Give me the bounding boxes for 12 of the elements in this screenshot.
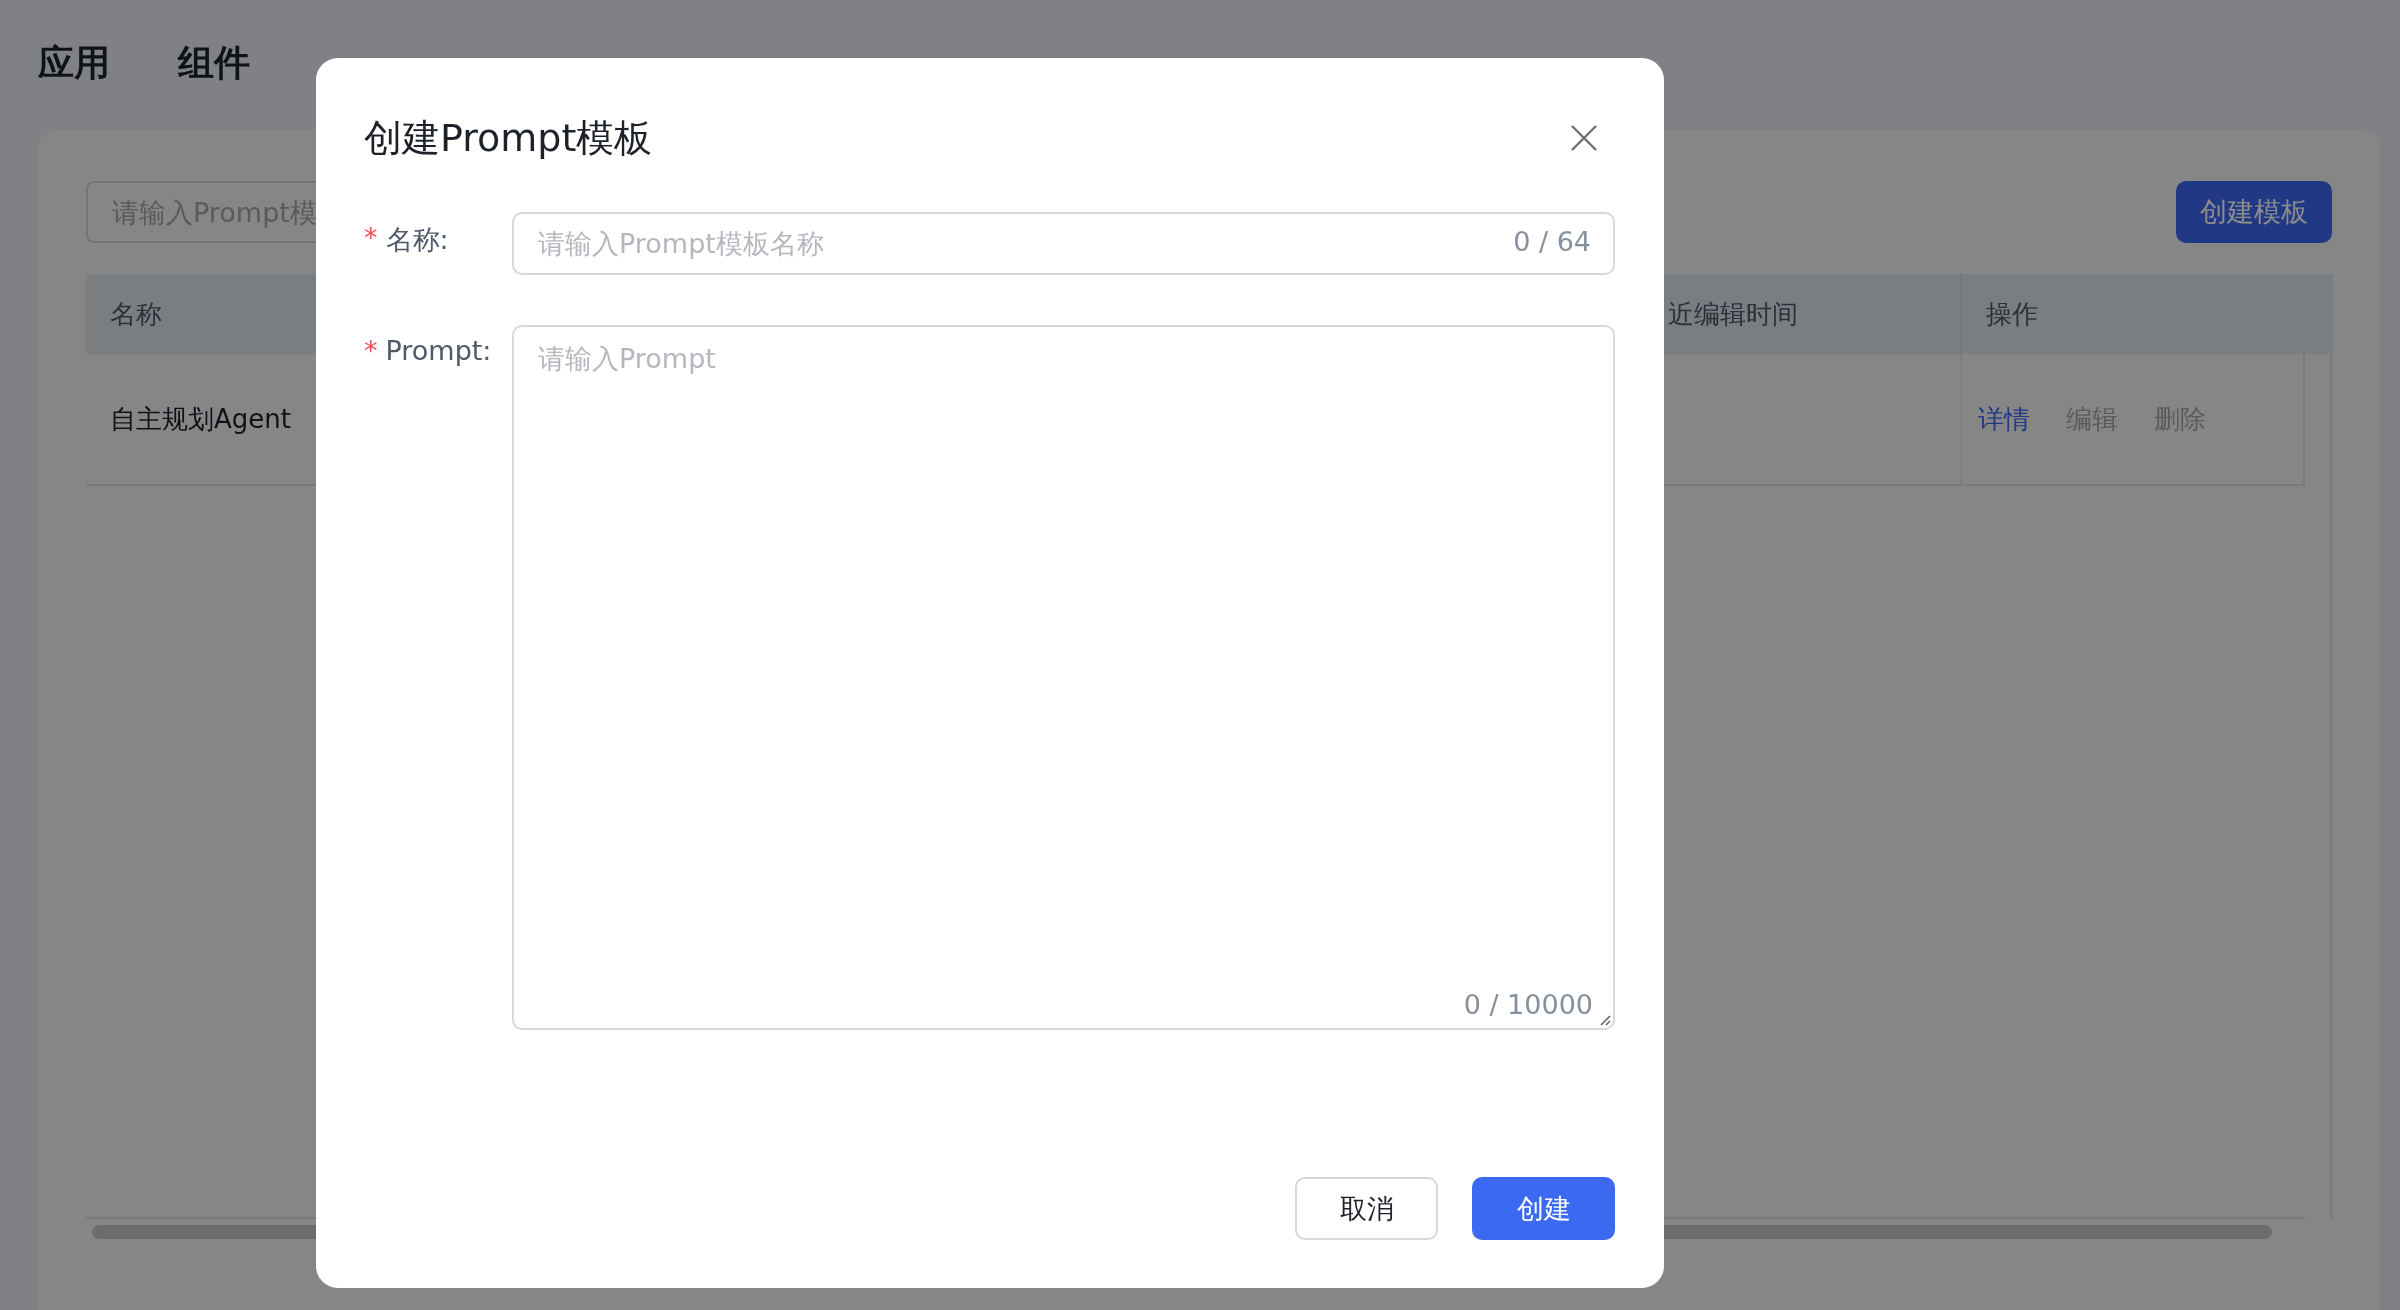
dialog-title: 创建Prompt模板 [364,114,653,162]
action-link[interactable]: 详情 [1978,401,2030,437]
character-counter: 0 / 64 [1513,226,1591,257]
nav-tab[interactable]: 组件 [178,34,250,92]
create-template-button[interactable]: 创建模板 [2176,181,2332,243]
cancel-button[interactable]: 取消 [1295,1177,1438,1240]
close-icon[interactable] [1570,124,1598,152]
nav-tab[interactable]: 应用 [38,34,110,92]
create-button[interactable]: 创建 [1472,1177,1615,1240]
character-counter: 0 / 10000 [1463,989,1593,1020]
resize-handle-icon[interactable] [1599,1014,1611,1026]
column-header: 操作 [1960,274,2333,354]
